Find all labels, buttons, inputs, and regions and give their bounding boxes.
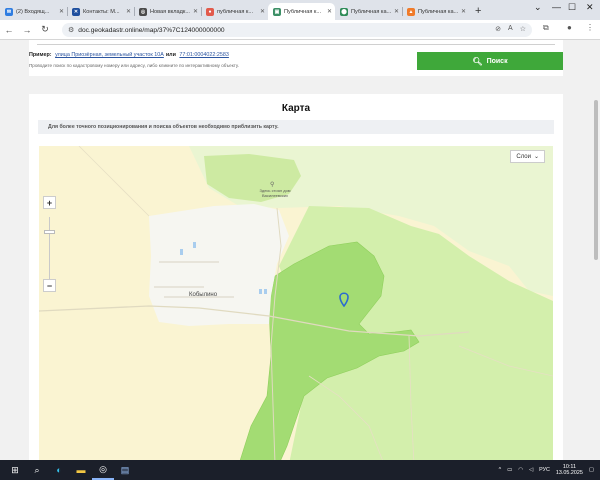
- tab-close-icon[interactable]: ✕: [193, 8, 198, 15]
- tab-title: Публичная ка...: [418, 8, 459, 15]
- tab-close-icon[interactable]: ✕: [461, 8, 466, 15]
- tab-favicon-icon: ▣: [273, 7, 281, 16]
- toolbar: ← → ↻ ⚙ doc.geokadastr.online/map/37%7C1…: [0, 20, 600, 40]
- tab-close-icon[interactable]: ✕: [59, 8, 64, 15]
- menu-icon[interactable]: ⋮: [586, 23, 594, 32]
- language-indicator[interactable]: РУС: [539, 467, 550, 473]
- profile-icon[interactable]: ●: [567, 23, 572, 32]
- volume-icon[interactable]: ◁: [529, 467, 533, 473]
- tab-title: (2) Входящ...: [16, 8, 50, 15]
- map-title: Карта: [281, 103, 311, 114]
- tab-title: публичная к...: [217, 8, 254, 15]
- forward-icon[interactable]: →: [18, 25, 36, 35]
- browser-tab[interactable]: ◎ Новая вкладк... ✕: [134, 3, 201, 20]
- village-label: Кобылино: [189, 292, 218, 298]
- reload-icon[interactable]: ↻: [36, 24, 54, 35]
- layers-button[interactable]: Слои ⌄: [510, 150, 545, 163]
- chevron-down-icon: ⌄: [533, 154, 539, 160]
- settlement-area: [149, 204, 289, 326]
- zoom-notice: Для более точного позиционирования и пои…: [38, 120, 554, 134]
- search-icon: 🔍︎: [472, 56, 483, 66]
- example-number-link[interactable]: 77:01:0004022:2583: [179, 52, 228, 58]
- example-prefix: Пример:: [29, 52, 52, 58]
- tracking-icon[interactable]: ⊘: [495, 25, 501, 33]
- edge-icon[interactable]: ◐: [48, 460, 70, 480]
- pond: [193, 242, 196, 248]
- tab-close-icon[interactable]: ✕: [394, 8, 399, 15]
- notepad-icon[interactable]: ▤: [114, 460, 136, 480]
- page-scrollbar[interactable]: [592, 40, 600, 460]
- clock-date: 13.05.2025: [555, 470, 583, 476]
- address-bar[interactable]: ⚙ doc.geokadastr.online/map/37%7C1240000…: [62, 23, 532, 37]
- url-text[interactable]: doc.geokadastr.online/map/37%7C124000000…: [78, 27, 224, 34]
- monument-icon: ⚲: [270, 181, 274, 188]
- system-tray: ^ ▭ ◠ ◁ РУС 10:11 13.05.2025 ▢: [499, 460, 594, 480]
- tab-favicon-icon: ✉: [5, 7, 13, 16]
- pond: [180, 249, 183, 255]
- taskbar-search-icon[interactable]: ⌕: [26, 460, 48, 480]
- notifications-icon[interactable]: ▢: [589, 467, 594, 473]
- taskbar: ⊞ ⌕ ◐ ▬ ◎ ▤ ^ ▭ ◠ ◁ РУС 10:11 13.05.2025…: [0, 460, 600, 480]
- browser-tab[interactable]: ▣ Публичная к... ✕: [268, 3, 335, 20]
- tabs-container: ✉ (2) Входящ... ✕ ✕ Контакты: М... ✕ ◎ Новая вк…: [0, 0, 469, 20]
- site-info-icon[interactable]: ⚙: [68, 26, 74, 34]
- tab-favicon-icon: ⬤: [340, 7, 348, 16]
- browser-tab[interactable]: ⬤ Публичная ка... ✕: [335, 3, 402, 20]
- divider: [37, 44, 555, 45]
- tab-favicon-icon: ▲: [407, 7, 415, 16]
- new-tab-button[interactable]: +: [475, 5, 481, 17]
- maximize-button[interactable]: ☐: [568, 2, 576, 13]
- tab-close-icon[interactable]: ✕: [327, 8, 332, 15]
- bookmark-star-icon[interactable]: ☆: [520, 25, 526, 33]
- zoom-in-button[interactable]: +: [43, 196, 56, 209]
- pond: [259, 289, 262, 294]
- tab-search-icon[interactable]: ⌄: [534, 2, 542, 13]
- browser-tab[interactable]: ● публичная к... ✕: [201, 3, 268, 20]
- tab-title: Контакты: М...: [83, 8, 120, 15]
- browser-tab[interactable]: ✉ (2) Входящ... ✕: [0, 3, 67, 20]
- monument-label: Здесь стоял дом Василеевских: [259, 188, 291, 198]
- back-icon[interactable]: ←: [0, 25, 18, 35]
- layers-label: Слои: [516, 153, 531, 160]
- example-address-link[interactable]: улица Приозёрная, земельный участок 10А: [55, 52, 164, 58]
- wifi-icon[interactable]: ◠: [518, 467, 523, 473]
- tab-close-icon[interactable]: ✕: [126, 8, 131, 15]
- browser-tab[interactable]: ✕ Контакты: М... ✕: [67, 3, 134, 20]
- search-panel: Пример: улица Приозёрная, земельный учас…: [29, 40, 563, 76]
- search-example: Пример: улица Приозёрная, земельный учас…: [29, 52, 231, 58]
- tray-chevron-icon[interactable]: ^: [499, 467, 502, 473]
- file-explorer-icon[interactable]: ▬: [70, 460, 92, 480]
- zoom-track[interactable]: [49, 217, 50, 285]
- zoom-out-button[interactable]: −: [43, 279, 56, 292]
- clock[interactable]: 10:11 13.05.2025: [556, 464, 583, 477]
- search-hint: Проводите поиск по кадастровому номеру и…: [29, 63, 240, 68]
- buildings: [154, 286, 204, 288]
- map-panel: Карта Для более точного позиционирования…: [29, 94, 563, 464]
- tab-strip: ✉ (2) Входящ... ✕ ✕ Контакты: М... ✕ ◎ Новая вк…: [0, 0, 600, 20]
- minimize-button[interactable]: —: [552, 2, 561, 12]
- buildings: [159, 261, 219, 263]
- tab-close-icon[interactable]: ✕: [260, 8, 265, 15]
- translate-icon[interactable]: A: [508, 25, 513, 33]
- tab-favicon-icon: ✕: [72, 7, 80, 16]
- chrome-icon[interactable]: ◎: [92, 460, 114, 480]
- page-scrollbar-thumb[interactable]: [594, 100, 598, 260]
- browser-tab[interactable]: ▲ Публичная ка... ✕: [402, 3, 469, 20]
- search-button-label: Поиск: [486, 57, 508, 65]
- close-window-button[interactable]: ✕: [586, 2, 594, 13]
- road: [78, 146, 150, 217]
- example-or: или: [165, 52, 176, 58]
- tab-favicon-icon: ●: [206, 7, 214, 16]
- tab-title: Публичная ка...: [351, 8, 392, 15]
- tab-title: Публичная к...: [284, 8, 322, 15]
- network-icon[interactable]: ▭: [507, 467, 512, 473]
- map-canvas[interactable]: ⚲ + − Слои ⌄ Кобылино Здесь стоял дом Ва…: [39, 146, 553, 464]
- windows-logo-icon[interactable]: ⊞: [4, 460, 26, 480]
- pond: [264, 289, 267, 294]
- extensions-icon[interactable]: ⧉: [543, 23, 549, 33]
- tab-title: Новая вкладк...: [150, 8, 190, 15]
- tab-favicon-icon: ◎: [139, 7, 147, 16]
- search-button[interactable]: 🔍︎ Поиск: [417, 52, 563, 70]
- zoom-slider-handle[interactable]: [44, 230, 55, 234]
